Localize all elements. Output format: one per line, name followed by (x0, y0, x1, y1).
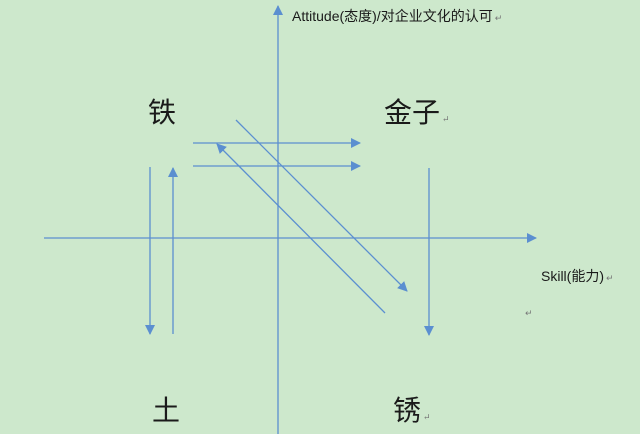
quadrant-bottom-left-text: 土 (152, 394, 181, 427)
quadrant-top-left-label: 铁 (148, 91, 176, 131)
arrow-iron-to-rust (235, 119, 408, 292)
arrow-rust-to-iron (216, 143, 386, 314)
paragraph-mark: ↵ (606, 273, 614, 283)
paragraph-mark: ↵ (442, 115, 450, 125)
quadrant-top-left-text: 铁 (148, 96, 177, 129)
quadrant-diagram (44, 5, 537, 434)
stray-paragraph-mark: ↵ (525, 309, 533, 319)
x-axis-label-text: Skill(能力) (541, 268, 604, 284)
y-axis-label: Attitude(态度)/对企业文化的认可 ↵ (292, 6, 502, 26)
y-axis-label-text: Attitude(态度)/对企业文化的认可 (292, 8, 493, 24)
quadrant-top-right-text: 金子 (384, 96, 441, 129)
quadrant-bottom-right-label: 锈 ↵ (393, 389, 431, 429)
quadrant-bottom-left-label: 土 (152, 389, 180, 429)
quadrant-top-right-label: 金子 ↵ (384, 91, 450, 131)
quadrant-bottom-right-text: 锈 (393, 394, 422, 427)
paragraph-mark: ↵ (494, 13, 503, 23)
paragraph-mark: ↵ (423, 413, 431, 423)
x-axis-label: Skill(能力) ↵ (541, 266, 614, 286)
